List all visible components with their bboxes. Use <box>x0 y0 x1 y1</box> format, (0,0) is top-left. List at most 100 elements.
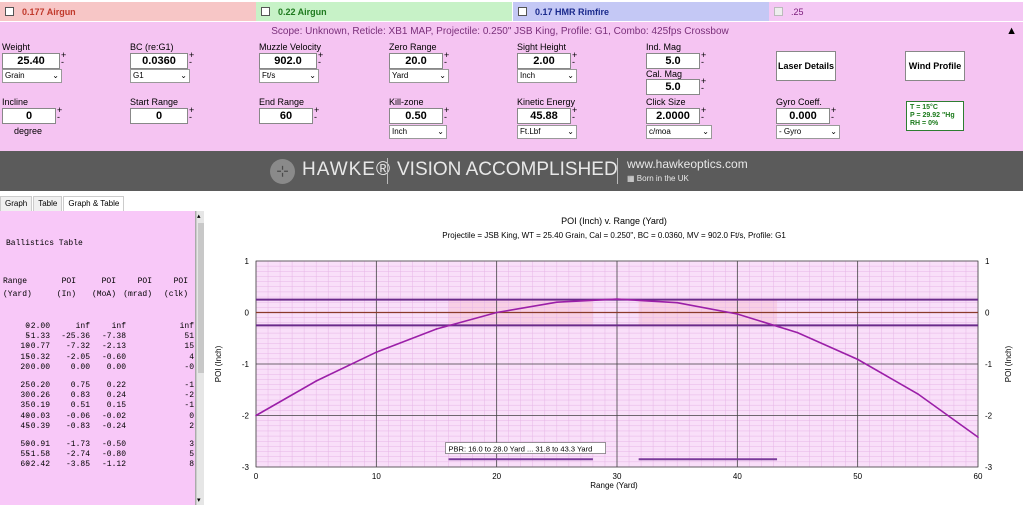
click-unit-select[interactable]: c/moa ⌄ <box>646 125 712 139</box>
table-cell: -0.83 <box>65 421 90 431</box>
kill-zone-input[interactable]: 0.50 <box>389 108 443 124</box>
collapse-triangle-icon[interactable]: ▲ <box>1006 25 1017 37</box>
table-cell: -0 <box>184 362 194 372</box>
bc-label: BC (re:G1) <box>130 42 174 52</box>
trajectory-point <box>315 380 317 382</box>
scroll-down-icon[interactable]: ▾ <box>197 496 201 504</box>
click-size-input[interactable]: 2.0000 <box>646 108 700 124</box>
table-column-header: POI (mrad) <box>112 275 152 301</box>
tab-checkbox[interactable] <box>774 7 783 16</box>
bc-input[interactable]: 0.0360 <box>130 53 188 69</box>
mv-label: Muzzle Velocity <box>259 42 322 52</box>
incline-input[interactable]: 0 <box>2 108 56 124</box>
divider <box>617 158 618 184</box>
tab-25[interactable]: .25 <box>769 2 1023 21</box>
start-range-spinner[interactable]: + - <box>189 106 194 122</box>
chevron-down-icon: ⌄ <box>437 127 444 136</box>
y-tick-label-right: 1 <box>985 257 990 266</box>
tab-label: 0.177 Airgun <box>22 6 76 17</box>
x-axis-label: Range (Yard) <box>590 481 638 490</box>
mv-unit-select[interactable]: Ft/s ⌄ <box>259 69 319 83</box>
tab-17-hmr[interactable]: 0.17 HMR Rimfire <box>513 2 769 21</box>
table-scrollbar[interactable]: ▴ ▾ <box>196 211 204 505</box>
calmag-spinner[interactable]: + - <box>701 77 706 93</box>
calmag-input[interactable]: 5.0 <box>646 79 700 95</box>
sight-input[interactable]: 2.00 <box>517 53 571 69</box>
table-cell: -0.80 <box>101 450 126 460</box>
gyro-select[interactable]: - Gyro ⌄ <box>776 125 840 139</box>
laser-details-button[interactable]: Laser Details <box>776 51 836 81</box>
end-range-input[interactable]: 60 <box>259 108 313 124</box>
ke-spinner[interactable]: + - <box>572 106 577 122</box>
trajectory-point <box>917 393 919 395</box>
table-row: 5 -1.33 -25.36 -7.38 51 <box>0 332 195 342</box>
table-cell: -2.00 <box>25 322 50 331</box>
trajectory-point <box>796 331 799 334</box>
y-tick-label-right: -3 <box>985 463 993 472</box>
x-tick-label: 60 <box>974 472 983 481</box>
tab-177-airgun[interactable]: 0.177 Airgun <box>0 2 256 21</box>
website-link[interactable]: www.hawkeoptics.com <box>627 157 748 171</box>
kill-zone-spinner[interactable]: + - <box>444 106 449 122</box>
hawke-banner[interactable]: ⊹ HAWKE® VISION ACCOMPLISHED www.hawkeop… <box>0 151 1023 191</box>
table-cell: -1.58 <box>25 450 50 460</box>
chevron-down-icon: ⌄ <box>180 71 187 80</box>
y-tick-label-left: 0 <box>245 309 250 318</box>
weight-label: Weight <box>2 42 30 52</box>
scroll-thumb[interactable] <box>198 223 204 373</box>
table-cell: -1 <box>184 401 194 411</box>
bc-spinner[interactable]: + - <box>189 51 194 67</box>
table-cell: -0.06 <box>65 411 90 421</box>
tab-graph[interactable]: Graph <box>0 196 33 211</box>
x-tick-label: 30 <box>613 472 622 481</box>
click-size-spinner[interactable]: + - <box>701 106 706 122</box>
hawke-crosshair-logo-icon: ⊹ <box>270 159 295 184</box>
weight-unit-select[interactable]: Grain ⌄ <box>2 69 62 83</box>
tab-label: 0.22 Airgun <box>278 6 327 17</box>
tab-checkbox[interactable] <box>518 7 527 16</box>
trajectory-point <box>616 298 618 300</box>
end-range-spinner[interactable]: + - <box>314 106 319 122</box>
mv-spinner[interactable]: + - <box>318 51 323 67</box>
sight-spinner[interactable]: + - <box>572 51 577 67</box>
kill-zone-unit-select[interactable]: Inch ⌄ <box>389 125 447 139</box>
indmag-spinner[interactable]: + - <box>701 51 706 67</box>
tab-table[interactable]: Table <box>33 196 63 211</box>
weight-input[interactable]: 25.40 <box>2 53 60 69</box>
incline-spinner[interactable]: + - <box>57 106 62 122</box>
table-cell: -2.74 <box>65 450 90 460</box>
start-range-input[interactable]: 0 <box>130 108 188 124</box>
ballistics-table: Ballistics Table Range (Yard) POI (In) POI (M… <box>0 211 196 505</box>
table-column-header: POI (In) <box>36 275 76 301</box>
scroll-up-icon[interactable]: ▴ <box>197 212 201 220</box>
table-row: 55 -1.58 -2.74 -0.80 5 <box>0 450 195 460</box>
trajectory-point <box>676 301 678 304</box>
table-cell: 0.19 <box>30 401 50 411</box>
table-cell: -0.32 <box>25 352 50 362</box>
pbr-label: PBR: 16.0 to 28.0 Yard ... 31.8 to 43.3 … <box>449 445 593 454</box>
table-cell: 5 <box>189 450 194 460</box>
table-cell: -0.91 <box>25 440 50 449</box>
tab-22-airgun[interactable]: 0.22 Airgun <box>256 2 512 21</box>
bc-profile-select[interactable]: G1 ⌄ <box>130 69 190 83</box>
indmag-input[interactable]: 5.0 <box>646 53 700 69</box>
sight-unit-select[interactable]: Inch ⌄ <box>517 69 577 83</box>
table-cell: -0.02 <box>101 411 126 421</box>
zero-input[interactable]: 20.0 <box>389 53 443 69</box>
mv-input[interactable]: 902.0 <box>259 53 317 69</box>
gyro-input[interactable]: 0.000 <box>776 108 830 124</box>
tab-checkbox[interactable] <box>261 7 270 16</box>
ke-unit-select[interactable]: Ft.Lbf ⌄ <box>517 125 577 139</box>
gyro-spinner[interactable]: + - <box>831 106 836 122</box>
end-range-label: End Range <box>259 97 305 107</box>
wind-profile-button[interactable]: Wind Profile <box>905 51 965 81</box>
tab-checkbox[interactable] <box>5 7 14 16</box>
atmosphere-button[interactable]: T = 15°C P = 29.92 "Hg RH = 0% <box>906 101 964 131</box>
weight-spinner[interactable]: + - <box>61 51 66 67</box>
calmag-label: Cal. Mag <box>646 69 683 79</box>
table-row: 40 -0.03 -0.06 -0.02 0 <box>0 411 195 422</box>
zero-spinner[interactable]: + - <box>444 51 449 67</box>
tab-graph-and-table[interactable]: Graph & Table <box>63 196 125 211</box>
table-cell: -0.60 <box>101 352 126 362</box>
zero-unit-select[interactable]: Yard ⌄ <box>389 69 449 83</box>
